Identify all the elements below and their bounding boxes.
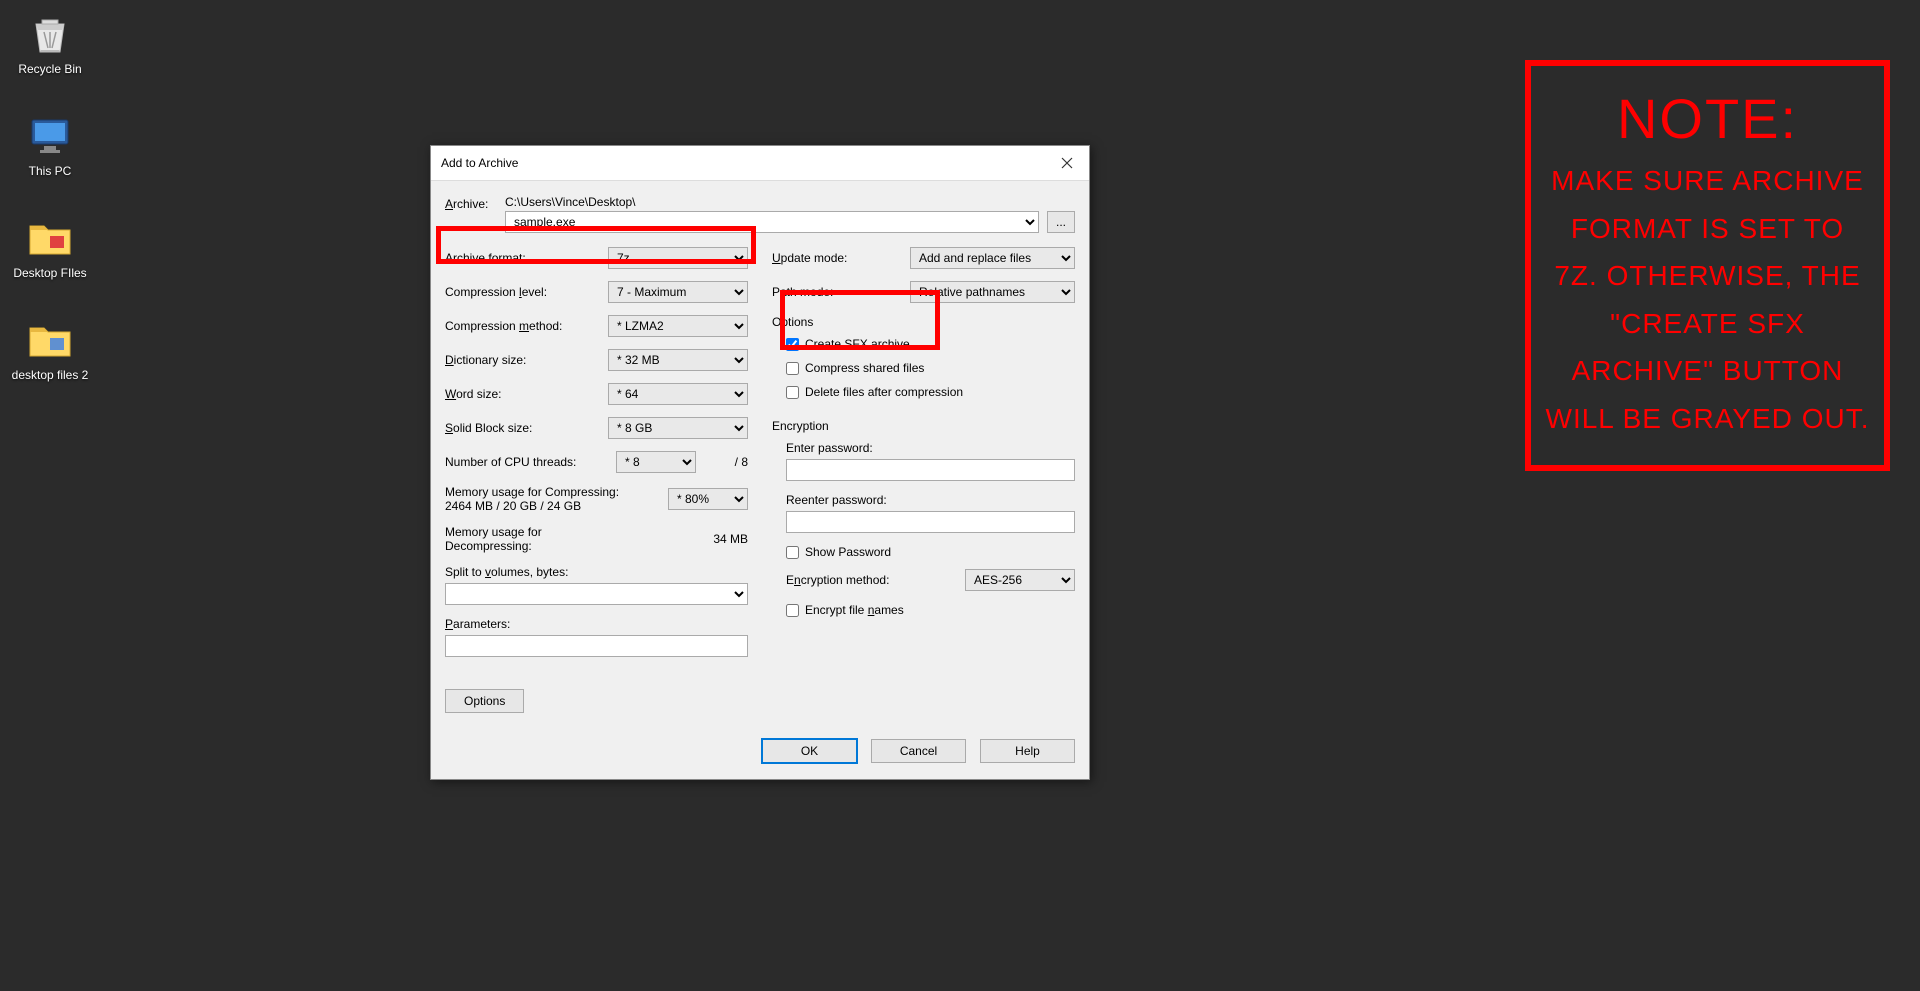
compression-level-select[interactable]: 7 - Maximum xyxy=(608,281,748,303)
desktop-icon-this-pc[interactable]: This PC xyxy=(10,112,90,178)
options-button[interactable]: Options xyxy=(445,689,524,713)
update-mode-select[interactable]: Add and replace files xyxy=(910,247,1075,269)
note-title: NOTE: xyxy=(1545,86,1870,151)
help-button[interactable]: Help xyxy=(980,739,1075,763)
close-button[interactable] xyxy=(1049,152,1085,174)
folder-icon xyxy=(26,214,74,262)
desktop-icon-label: Desktop FIles xyxy=(10,266,90,280)
archive-name-input[interactable]: sample.exe xyxy=(505,211,1039,233)
path-mode-select[interactable]: Relative pathnames xyxy=(910,281,1075,303)
cpu-threads-label: Number of CPU threads: xyxy=(445,455,616,469)
reenter-password-label: Reenter password: xyxy=(786,493,1075,507)
desktop-icon-folder-2[interactable]: desktop files 2 xyxy=(10,316,90,382)
delete-after-checkbox[interactable] xyxy=(786,386,799,399)
compression-method-label: Compression method: xyxy=(445,319,608,333)
split-volumes-label: Split to volumes, bytes: xyxy=(445,565,748,579)
cpu-threads-total: / 8 xyxy=(704,455,748,469)
delete-after-label: Delete files after compression xyxy=(805,385,963,399)
recycle-bin-icon xyxy=(26,10,74,58)
folder-icon xyxy=(26,316,74,364)
compression-method-select[interactable]: * LZMA2 xyxy=(608,315,748,337)
mem-decompress-label: Memory usage for Decompressing: xyxy=(445,525,608,553)
desktop-icon-recycle-bin[interactable]: Recycle Bin xyxy=(10,10,90,76)
titlebar[interactable]: Add to Archive xyxy=(431,146,1089,181)
compress-shared-checkbox[interactable] xyxy=(786,362,799,375)
encryption-section-title: Encryption xyxy=(772,419,1075,433)
compression-level-label: Compression level: xyxy=(445,285,608,299)
mem-compress-pct-select[interactable]: * 80% xyxy=(668,488,748,510)
word-size-select[interactable]: * 64 xyxy=(608,383,748,405)
compress-shared-label: Compress shared files xyxy=(805,361,924,375)
options-section-title: Options xyxy=(772,315,1075,329)
encrypt-filenames-checkbox[interactable] xyxy=(786,604,799,617)
show-password-checkbox[interactable] xyxy=(786,546,799,559)
encryption-method-select[interactable]: AES-256 xyxy=(965,569,1075,591)
mem-decompress-value: 34 MB xyxy=(608,532,748,546)
encryption-method-label: Encryption method: xyxy=(786,573,965,587)
encrypt-filenames-label: Encrypt file names xyxy=(805,603,904,617)
desktop-icon-label: This PC xyxy=(10,164,90,178)
note-body: MAKE SURE ARCHIVE FORMAT IS SET TO 7Z. O… xyxy=(1545,157,1870,443)
enter-password-label: Enter password: xyxy=(786,441,1075,455)
close-icon xyxy=(1061,157,1073,169)
enter-password-input[interactable] xyxy=(786,459,1075,481)
solid-block-select[interactable]: * 8 GB xyxy=(608,417,748,439)
parameters-input[interactable] xyxy=(445,635,748,657)
word-size-label: Word size: xyxy=(445,387,608,401)
show-password-label: Show Password xyxy=(805,545,891,559)
update-mode-label: Update mode: xyxy=(772,251,910,265)
ok-button[interactable]: OK xyxy=(762,739,857,763)
mem-compress-value: 2464 MB / 20 GB / 24 GB xyxy=(445,499,668,513)
desktop-icon-label: Recycle Bin xyxy=(10,62,90,76)
create-sfx-label: Create SFX archive xyxy=(805,337,910,351)
archive-format-select[interactable]: 7z xyxy=(608,247,748,269)
annotation-note: NOTE: MAKE SURE ARCHIVE FORMAT IS SET TO… xyxy=(1525,60,1890,471)
browse-button[interactable]: ... xyxy=(1047,211,1075,233)
cancel-button[interactable]: Cancel xyxy=(871,739,966,763)
archive-format-label: Archive format: xyxy=(445,251,608,265)
split-volumes-input[interactable] xyxy=(445,583,748,605)
cpu-threads-select[interactable]: * 8 xyxy=(616,451,696,473)
reenter-password-input[interactable] xyxy=(786,511,1075,533)
parameters-label: Parameters: xyxy=(445,617,748,631)
path-mode-label: Path mode: xyxy=(772,285,910,299)
archive-label: Archive: xyxy=(445,195,495,211)
create-sfx-checkbox[interactable] xyxy=(786,338,799,351)
mem-compress-label: Memory usage for Compressing: xyxy=(445,485,668,499)
solid-block-label: Solid Block size: xyxy=(445,421,608,435)
archive-path: C:\Users\Vince\Desktop\ xyxy=(505,195,1075,209)
this-pc-icon xyxy=(26,112,74,160)
desktop-icon-folder-1[interactable]: Desktop FIles xyxy=(10,214,90,280)
dictionary-size-label: Dictionary size: xyxy=(445,353,608,367)
desktop-icon-label: desktop files 2 xyxy=(10,368,90,382)
add-to-archive-dialog: Add to Archive Archive: C:\Users\Vince\D… xyxy=(430,145,1090,780)
dictionary-size-select[interactable]: * 32 MB xyxy=(608,349,748,371)
dialog-title: Add to Archive xyxy=(441,156,518,170)
